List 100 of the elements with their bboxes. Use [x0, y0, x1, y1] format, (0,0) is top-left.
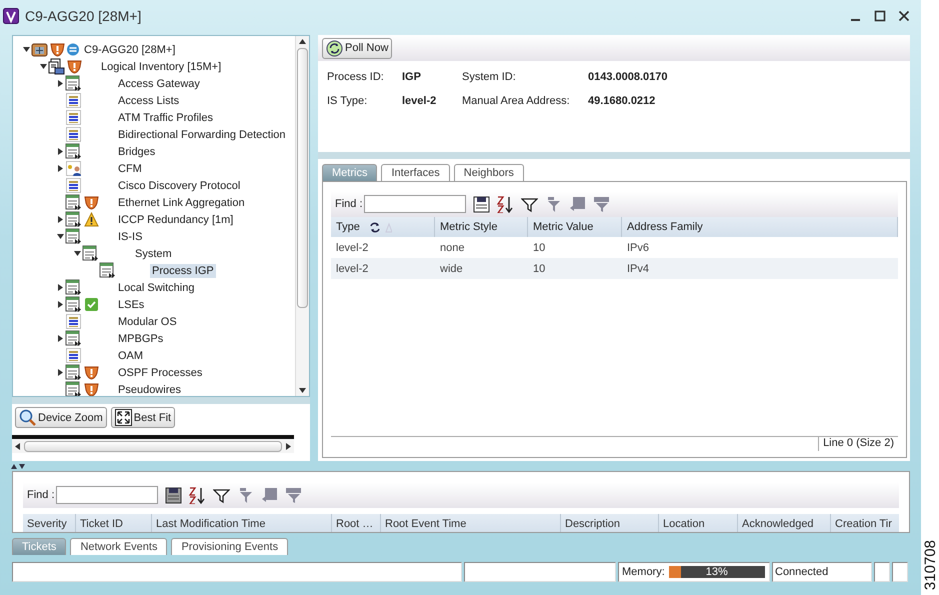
table-icon	[65, 228, 82, 245]
expand-arrow-icon[interactable]	[40, 63, 46, 70]
column-header[interactable]: Ticket ID	[76, 514, 152, 532]
tree-item[interactable]: MPBGPs	[116, 332, 166, 346]
tree-item[interactable]: LSEs	[116, 298, 146, 312]
toolbar-button[interactable]: Device Zoom	[15, 407, 107, 428]
warning-icon	[84, 212, 99, 227]
save-icon[interactable]	[164, 486, 182, 504]
scroll-left-icon	[15, 442, 20, 450]
tree-item[interactable]: ATM Traffic Profiles	[116, 110, 215, 124]
tree-item[interactable]: Access Lists	[116, 94, 182, 108]
expand-arrow-icon[interactable]	[56, 216, 64, 223]
tree-item[interactable]: Bidirectional Forwarding Detection	[116, 128, 288, 142]
column-header[interactable]: Acknowledged	[738, 514, 831, 532]
table-icon	[65, 143, 82, 160]
tree-item[interactable]: Logical Inventory [15M+]	[99, 60, 224, 74]
column-header[interactable]: Severity	[23, 514, 76, 532]
expand-arrow-icon[interactable]	[56, 233, 64, 240]
tree-item[interactable]: CFM	[116, 162, 144, 176]
tree-item[interactable]: ICCP Redundancy [1m]	[116, 212, 236, 226]
alarm-shield-icon	[50, 42, 65, 57]
expand-arrow-icon[interactable]	[22, 46, 30, 53]
tree-item[interactable]: Modular OS	[116, 314, 179, 328]
tree-item[interactable]: OSPF Processes	[116, 366, 204, 380]
filter-table-icon[interactable]	[592, 196, 610, 212]
find-label: Find :	[27, 489, 55, 501]
expand-arrow-icon[interactable]	[56, 165, 64, 172]
toolbar-button[interactable]: Best Fit	[110, 407, 176, 428]
expand-arrow-icon[interactable]	[56, 148, 64, 155]
tab[interactable]: Network Events	[70, 538, 168, 555]
expand-arrow-icon[interactable]	[56, 369, 64, 376]
table-cell: level-2	[331, 258, 435, 279]
tree-item[interactable]: System	[133, 246, 174, 260]
save-icon[interactable]	[472, 196, 490, 212]
expand-arrow-icon[interactable]	[56, 284, 64, 291]
tab[interactable]: Neighbors	[454, 164, 524, 181]
scrollbar[interactable]	[295, 36, 309, 396]
tab[interactable]: Provisioning Events	[171, 538, 288, 555]
column-header[interactable]: Metric Style	[435, 217, 528, 237]
filter-icon[interactable]	[212, 486, 230, 504]
tree-item[interactable]: Access Gateway	[116, 76, 202, 90]
table-icon	[82, 245, 99, 262]
table-cell-text: IPv6	[626, 240, 650, 256]
scrollbar-thumb[interactable]	[297, 48, 308, 308]
list-icon	[65, 177, 82, 194]
column-header[interactable]: Type	[331, 217, 435, 237]
table-cell-text: level-2	[335, 240, 370, 256]
tree-item[interactable]: C9-AGG20 [28M+]	[82, 42, 178, 56]
field-value: IGP	[402, 71, 422, 83]
column-header[interactable]: Location	[659, 514, 738, 532]
expand-arrow-icon[interactable]	[56, 301, 64, 308]
column-header[interactable]: Last Modification Time	[152, 514, 332, 532]
close-icon[interactable]	[898, 10, 910, 22]
column-header[interactable]: Creation Tir	[831, 514, 891, 532]
tree-item[interactable]: Local Switching	[116, 280, 196, 294]
column-header[interactable]: Description	[561, 514, 659, 532]
columns-icon[interactable]	[568, 196, 586, 212]
sort-icon[interactable]	[188, 486, 206, 504]
memory-label: Memory:	[622, 566, 665, 578]
row-count: Line 0 (Size 2)	[818, 437, 898, 451]
expand-arrow-icon[interactable]	[56, 80, 64, 87]
column-header[interactable]: Root …	[332, 514, 381, 532]
tree-item[interactable]: OAM	[116, 348, 146, 362]
scroll-right-icon	[286, 442, 291, 450]
scroll-down-icon	[299, 388, 306, 393]
column-header[interactable]: Metric Value	[528, 217, 622, 237]
scrollbar[interactable]	[12, 439, 294, 453]
field-value: 0143.0008.0170	[588, 71, 669, 83]
find-label: Find :	[335, 198, 363, 210]
sort-icon[interactable]	[496, 196, 514, 212]
tree-item[interactable]: Process IGP	[150, 264, 216, 278]
filter-table-icon[interactable]	[284, 486, 302, 504]
tree-item[interactable]: Bridges	[116, 144, 158, 158]
columns-icon[interactable]	[260, 486, 278, 504]
tree-item[interactable]: Ethernet Link Aggregation	[116, 196, 247, 210]
tab[interactable]: Interfaces	[381, 164, 450, 181]
list-icon	[65, 313, 82, 330]
field-label: IS Type:	[327, 95, 368, 107]
table-icon	[65, 296, 82, 313]
tree-item[interactable]: Cisco Discovery Protocol	[116, 178, 242, 192]
table-icon	[65, 75, 82, 92]
status-field	[874, 562, 890, 582]
column-header[interactable]: Root Event Time	[381, 514, 561, 532]
poll-now-button[interactable]: Poll Now	[322, 38, 392, 58]
filter-icon[interactable]	[520, 196, 538, 212]
table-cell: 10	[528, 258, 622, 279]
expand-arrow-icon[interactable]	[74, 250, 80, 257]
refresh-icon	[326, 40, 343, 56]
tree-item[interactable]: Pseudowires	[116, 382, 183, 396]
table-icon	[65, 330, 82, 347]
person-diagram-icon	[65, 160, 82, 177]
table-icon	[99, 262, 116, 279]
maximize-icon[interactable]	[874, 10, 886, 22]
find-field[interactable]	[364, 195, 466, 213]
status-field	[892, 562, 908, 582]
column-header[interactable]: Address Family	[622, 217, 898, 237]
scrollbar-thumb[interactable]	[24, 440, 282, 452]
find-field[interactable]	[56, 486, 158, 504]
expand-arrow-icon[interactable]	[56, 335, 64, 342]
tree-item[interactable]: IS-IS	[116, 230, 144, 244]
